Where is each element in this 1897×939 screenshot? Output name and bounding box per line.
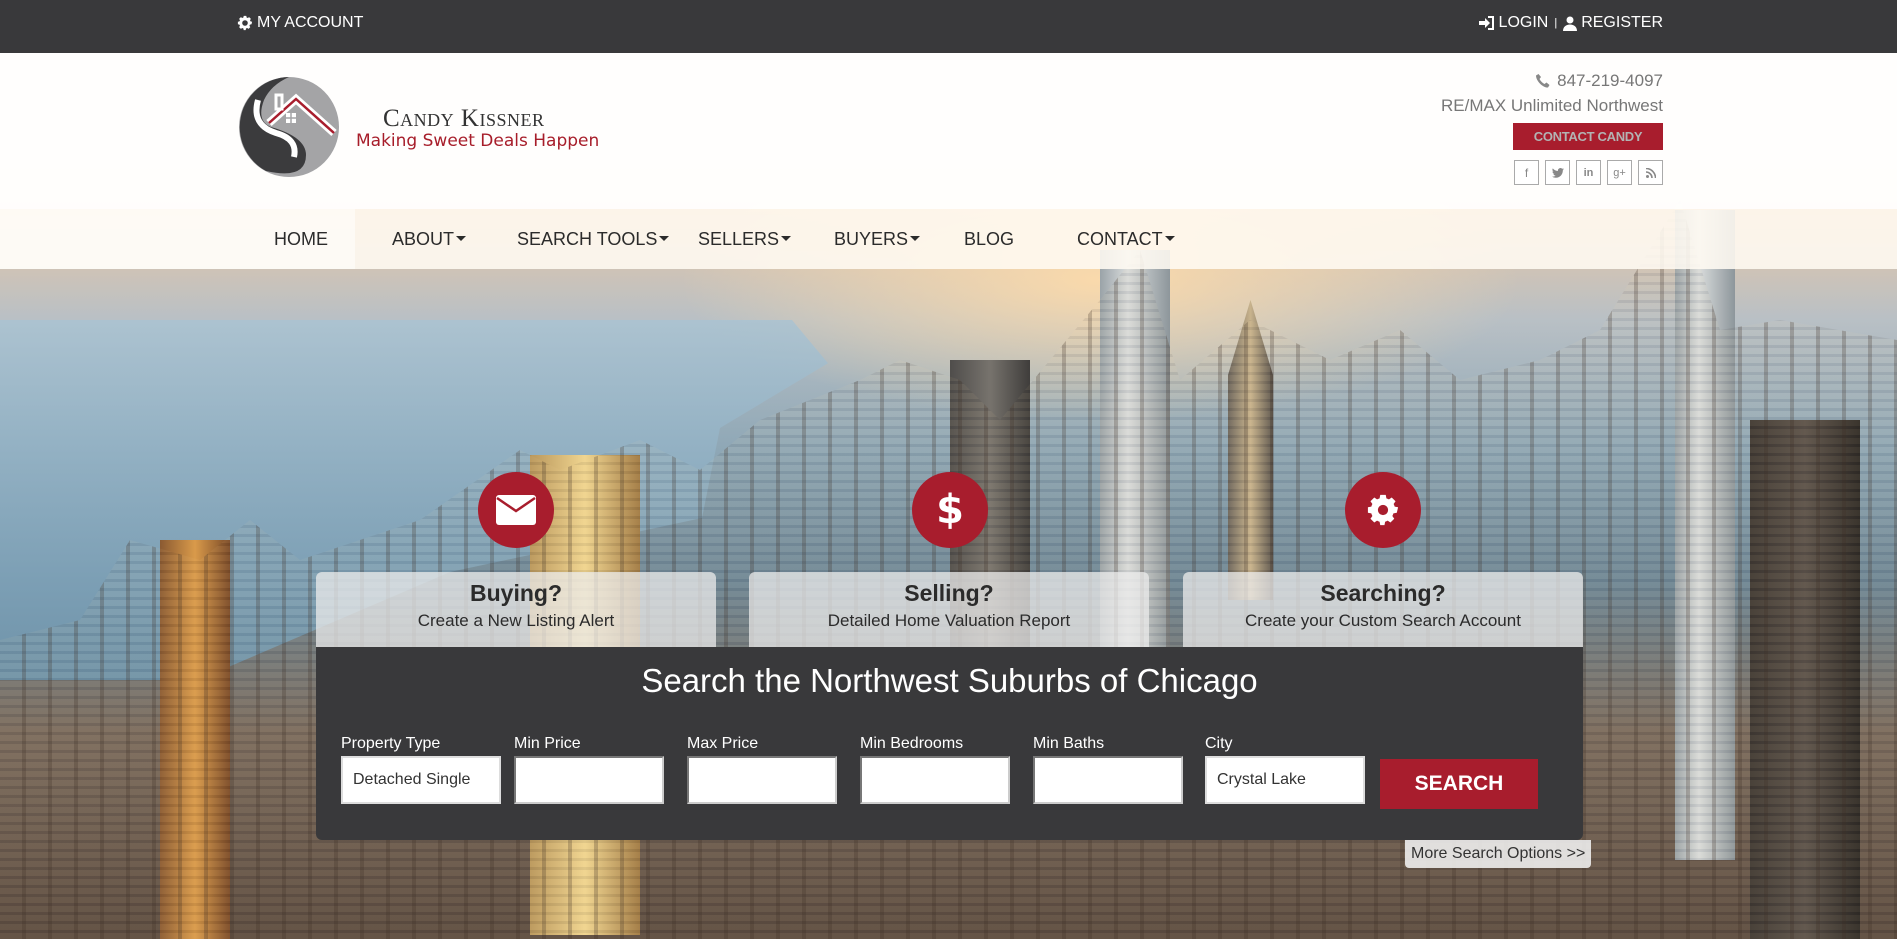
city-input[interactable]: Crystal Lake (1205, 756, 1365, 804)
searching-card[interactable]: Searching? Create your Custom Search Acc… (1183, 572, 1583, 647)
sign-in-icon (1478, 16, 1494, 30)
login-link[interactable]: LOGIN (1478, 14, 1549, 32)
field-label: Min Bedrooms (860, 735, 964, 752)
site-header: Candy Kissner Making Sweet Deals Happen … (0, 53, 1897, 209)
buying-circle[interactable] (478, 472, 554, 548)
nav-search-tools[interactable]: SEARCH TOOLS (517, 229, 670, 250)
google-plus-icon[interactable]: g+ (1607, 160, 1632, 185)
property-type-select[interactable]: Detached Single (341, 756, 501, 804)
selling-circle[interactable]: $ (912, 472, 988, 548)
nav-contact[interactable]: CONTACT (1077, 229, 1175, 250)
min-bedrooms-input[interactable] (860, 756, 1010, 804)
card-description: Detailed Home Valuation Report (827, 611, 1071, 630)
buying-card[interactable]: Buying? Create a New Listing Alert (316, 572, 716, 647)
more-search-options-link[interactable]: More Search Options >> (1405, 840, 1592, 868)
caret-down-icon (1164, 236, 1175, 241)
field-label: Min Price (514, 735, 581, 752)
my-account-label: MY ACCOUNT (257, 14, 364, 31)
my-account-link[interactable]: MY ACCOUNT (237, 14, 363, 32)
card-title: Buying? (470, 580, 562, 606)
logo-name: Candy Kissner (383, 105, 545, 132)
auth-links: LOGIN | REGISTER (1478, 14, 1663, 32)
max-price-input[interactable] (687, 756, 837, 804)
min-price-input[interactable] (514, 756, 664, 804)
search-panel: Search the Northwest Suburbs of Chicago … (316, 647, 1583, 840)
caret-down-icon (910, 236, 921, 241)
auth-separator: | (1554, 17, 1558, 29)
main-nav: HOME ABOUT SEARCH TOOLS SELLERS BUYERS B… (0, 209, 1897, 269)
rss-icon[interactable] (1638, 160, 1663, 185)
nav-blog[interactable]: BLOG (964, 229, 1014, 250)
contact-candy-button[interactable]: CONTACT CANDY (1513, 123, 1663, 150)
caret-down-icon (781, 236, 792, 241)
register-link[interactable]: REGISTER (1563, 14, 1663, 32)
logo-house-icon (239, 77, 339, 177)
top-bar: MY ACCOUNT LOGIN | REGISTER (0, 0, 1897, 53)
min-price-field: Min Price (514, 735, 664, 804)
field-label: Property Type (341, 735, 441, 752)
nav-home[interactable]: HOME (274, 229, 328, 250)
logo-tagline: Making Sweet Deals Happen (356, 131, 600, 151)
social-links: f in g+ (1441, 160, 1663, 185)
phone-icon (1536, 74, 1550, 88)
phone-number[interactable]: 847-219-4097 (1557, 71, 1663, 91)
register-label: REGISTER (1581, 14, 1663, 31)
caret-down-icon (659, 236, 670, 241)
field-label: Max Price (687, 735, 759, 752)
nav-buyers[interactable]: BUYERS (834, 229, 921, 250)
card-title: Searching? (1320, 580, 1446, 606)
gear-icon (1367, 494, 1399, 526)
min-baths-input[interactable] (1033, 756, 1183, 804)
contact-block: 847-219-4097 RE/MAX Unlimited Northwest … (1441, 71, 1663, 185)
linkedin-icon[interactable]: in (1576, 160, 1601, 185)
city-field: City Crystal Lake (1205, 735, 1365, 804)
dollar-icon: $ (936, 487, 964, 533)
caret-down-icon (456, 236, 467, 241)
login-label: LOGIN (1498, 14, 1549, 31)
card-description: Create your Custom Search Account (1245, 611, 1521, 630)
min-bedrooms-field: Min Bedrooms (860, 735, 1010, 804)
searching-circle[interactable] (1345, 472, 1421, 548)
field-label: Min Baths (1033, 735, 1105, 752)
min-baths-field: Min Baths (1033, 735, 1183, 804)
nav-sellers[interactable]: SELLERS (698, 229, 792, 250)
nav-about[interactable]: ABOUT (392, 229, 467, 250)
twitter-icon[interactable] (1545, 160, 1570, 185)
selling-card[interactable]: Selling? Detailed Home Valuation Report (749, 572, 1149, 647)
property-type-field: Property Type Detached Single (341, 735, 501, 804)
card-description: Create a New Listing Alert (417, 611, 615, 630)
search-button[interactable]: SEARCH (1380, 759, 1538, 809)
field-label: City (1205, 735, 1233, 752)
card-title: Selling? (904, 580, 994, 606)
brokerage-name: RE/MAX Unlimited Northwest (1440, 96, 1663, 115)
user-icon (1563, 16, 1578, 31)
max-price-field: Max Price (687, 735, 837, 804)
facebook-icon[interactable]: f (1514, 160, 1539, 185)
gear-icon (237, 15, 253, 31)
envelope-icon (496, 495, 536, 525)
phone: 847-219-4097 (1441, 71, 1663, 91)
search-title: Search the Northwest Suburbs of Chicago (641, 662, 1258, 699)
